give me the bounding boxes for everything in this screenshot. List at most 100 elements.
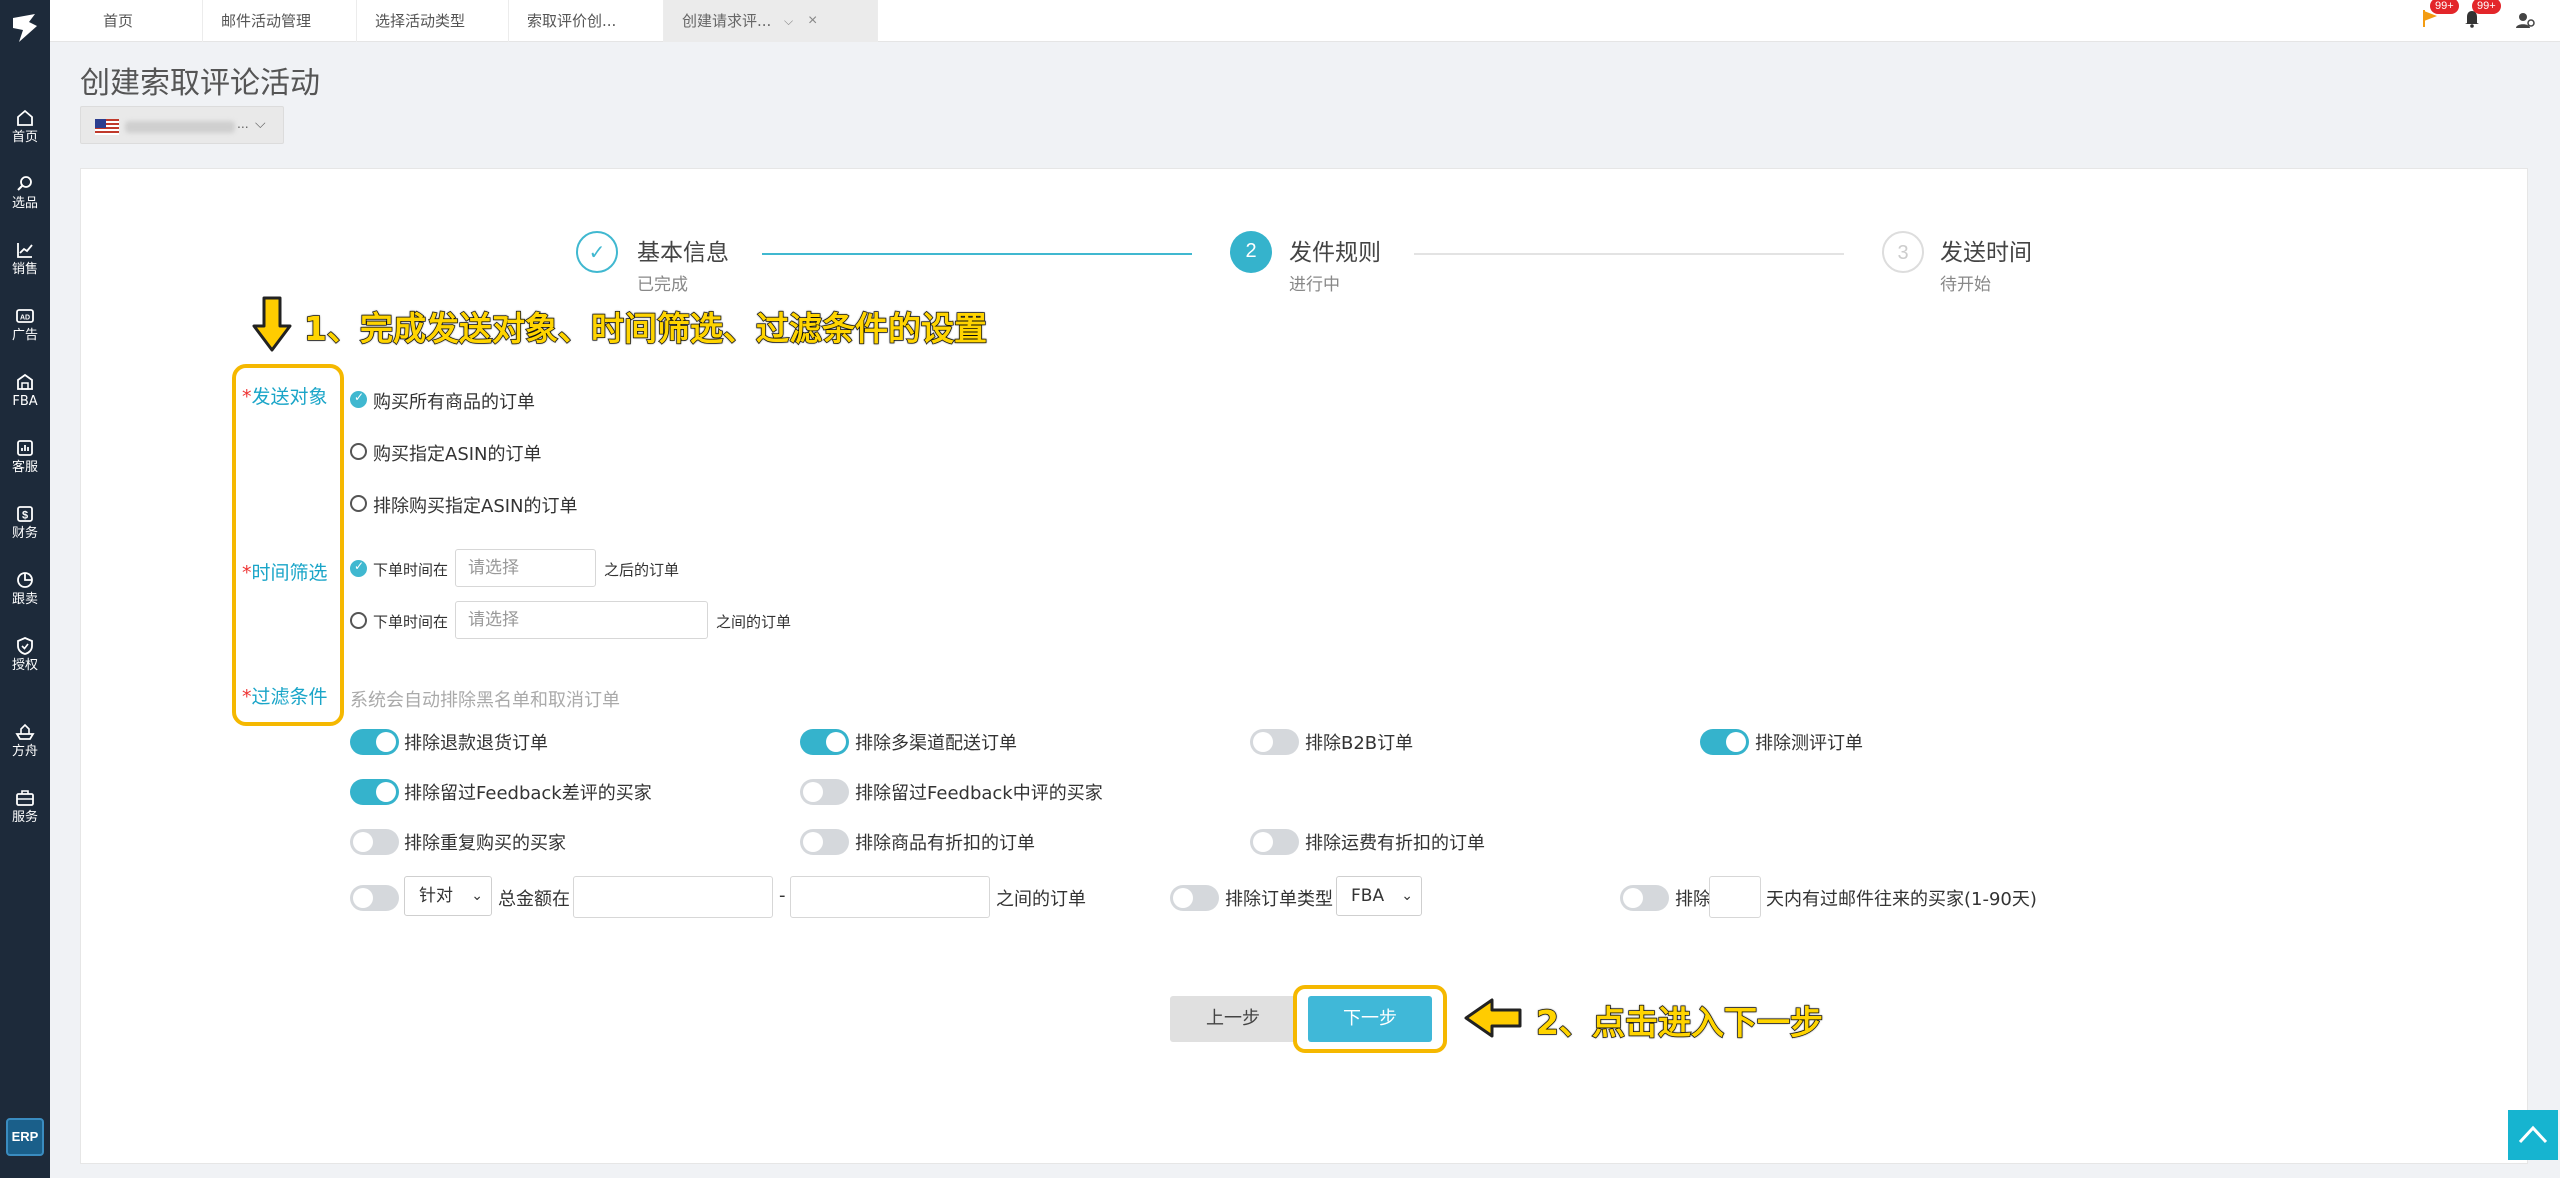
order-type-label: 排除订单类型: [1225, 889, 1333, 910]
step-1-title: 基本信息: [637, 240, 729, 266]
label-exclude-b2b: 排除B2B订单: [1305, 733, 1414, 754]
home-icon: [17, 109, 33, 126]
sidebar-item-fba[interactable]: FBA: [0, 368, 50, 428]
erp-button[interactable]: ERP: [6, 1118, 44, 1156]
chevron-down-icon[interactable]: ⌵: [784, 0, 793, 42]
service-icon: [17, 440, 33, 456]
chevron-down-icon: ⌄: [1401, 888, 1413, 904]
toggle-exclude-b2b[interactable]: [1250, 729, 1299, 755]
toggle-exclude-mcf[interactable]: [800, 729, 849, 755]
amount-dash: -: [779, 885, 786, 906]
sidebar-item-services[interactable]: 服务: [0, 784, 50, 844]
store-name-redacted: [125, 121, 235, 133]
option-all-orders[interactable]: 购买所有商品的订单: [373, 388, 535, 414]
amount-min-input[interactable]: [573, 876, 773, 918]
time-filter-label: *时间筛选: [242, 562, 328, 584]
sidebar-item-label: 跟卖: [11, 592, 38, 607]
tab-review-create[interactable]: 索取评价创...: [509, 0, 664, 42]
step-2-status: 进行中: [1289, 275, 1340, 295]
toggle-exclude-repeat-buyers[interactable]: [350, 829, 399, 855]
warehouse-icon: [17, 373, 33, 390]
amount-scope-value: 针对: [419, 886, 453, 906]
store-select[interactable]: ... ⌵: [80, 106, 284, 144]
radio-specified-asin[interactable]: [350, 443, 367, 460]
tab-select-activity-type[interactable]: 选择活动类型: [357, 0, 509, 42]
time-after-input[interactable]: 请选择: [455, 549, 596, 587]
flag-badge: 99+: [2430, 0, 2459, 14]
label-exclude-item-discount: 排除商品有折扣的订单: [855, 833, 1035, 854]
order-type-select[interactable]: FBA ⌄: [1336, 876, 1422, 916]
tab-label: 创建请求评...: [682, 12, 772, 30]
sidebar-item-service[interactable]: 客服: [0, 434, 50, 494]
sidebar-item-label: FBA: [12, 394, 38, 409]
radio-exclude-asin[interactable]: [350, 495, 367, 512]
scroll-top-button[interactable]: [2508, 1110, 2558, 1160]
sidebar: 首页 选品 销售 AD 广告 FBA 客服 $ 财务 跟卖 授权 方舟 服务 E…: [0, 0, 50, 1178]
time-between-suffix: 之间的订单: [716, 613, 792, 631]
radio-time-between[interactable]: [350, 612, 367, 629]
ark-icon: [15, 723, 35, 740]
step-3-title: 发送时间: [1940, 240, 2032, 266]
search-icon: [17, 176, 32, 191]
toggle-order-type[interactable]: [1170, 885, 1219, 911]
label-exclude-mcf: 排除多渠道配送订单: [855, 733, 1017, 754]
toggle-amount-filter[interactable]: [350, 885, 399, 911]
radio-time-after[interactable]: [350, 559, 367, 577]
toggle-exclude-shipping-discount[interactable]: [1250, 829, 1299, 855]
sidebar-item-selection[interactable]: 选品: [0, 170, 50, 230]
tab-create-request[interactable]: 创建请求评...: [664, 0, 878, 42]
prev-step-button[interactable]: 上一步: [1170, 996, 1296, 1042]
sidebar-item-follow[interactable]: 跟卖: [0, 566, 50, 626]
label-exclude-shipping-discount: 排除运费有折扣的订单: [1305, 833, 1485, 854]
label-exclude-negative-feedback: 排除留过Feedback差评的买家: [404, 783, 652, 804]
step-connector-1: [762, 253, 1192, 255]
sidebar-item-label: 财务: [11, 526, 38, 541]
sidebar-item-label: 客服: [11, 460, 38, 475]
chevron-down-icon: ⌵: [255, 115, 266, 131]
sidebar-item-ads[interactable]: AD 广告: [0, 302, 50, 362]
step-2-circle: 2: [1230, 231, 1272, 273]
close-icon[interactable]: ×: [808, 0, 817, 42]
ad-icon: AD: [16, 309, 34, 323]
annotation-step-2: 2、点击进入下一步: [1535, 1002, 1823, 1043]
sidebar-item-finance[interactable]: $ 财务: [0, 500, 50, 560]
sidebar-item-auth[interactable]: 授权: [0, 632, 50, 692]
sidebar-item-ark[interactable]: 方舟: [0, 718, 50, 778]
bell-badge: 99+: [2472, 0, 2501, 14]
label-exclude-review-orders: 排除测评订单: [1755, 733, 1863, 754]
toggle-mail-days[interactable]: [1620, 885, 1669, 911]
option-exclude-asin[interactable]: 排除购买指定ASIN的订单: [373, 492, 578, 518]
user-menu[interactable]: [2512, 0, 2542, 42]
toggle-exclude-review-orders[interactable]: [1700, 729, 1749, 755]
option-specified-asin[interactable]: 购买指定ASIN的订单: [373, 440, 542, 466]
recipient-label: *发送对象: [242, 386, 328, 408]
bell-notification[interactable]: 99+: [2458, 0, 2501, 42]
step-2-title: 发件规则: [1289, 240, 1381, 266]
sidebar-item-label: 授权: [11, 658, 38, 673]
store-name-ellipsis: ...: [237, 115, 249, 131]
mail-days-input[interactable]: [1709, 876, 1761, 918]
time-between-input[interactable]: 请选择: [455, 601, 708, 639]
sidebar-item-label: 首页: [11, 130, 38, 145]
next-step-button[interactable]: 下一步: [1308, 996, 1432, 1042]
tab-bar: 首页 邮件活动管理 选择活动类型 索取评价创... 创建请求评... ⌵ × 9…: [50, 0, 2560, 42]
sidebar-item-home[interactable]: 首页: [0, 104, 50, 164]
sidebar-item-sales[interactable]: 销售: [0, 236, 50, 296]
radio-all-orders[interactable]: [350, 390, 367, 408]
toggle-exclude-negative-feedback[interactable]: [350, 779, 399, 805]
amount-scope-select[interactable]: 针对 ⌄: [404, 876, 492, 916]
tab-mail-activity[interactable]: 邮件活动管理: [203, 0, 357, 42]
toggle-exclude-refund[interactable]: [350, 729, 399, 755]
time-filter-label-text: 时间筛选: [251, 562, 328, 584]
tab-home[interactable]: 首页: [85, 0, 203, 42]
toggle-exclude-item-discount[interactable]: [800, 829, 849, 855]
finance-icon: $: [17, 506, 33, 522]
pie-icon: [17, 572, 33, 588]
annotation-step-1: 1、完成发送对象、时间筛选、过滤条件的设置: [303, 308, 987, 349]
toggle-exclude-neutral-feedback[interactable]: [800, 779, 849, 805]
app-logo[interactable]: [5, 8, 45, 48]
label-exclude-refund: 排除退款退货订单: [404, 733, 548, 754]
flag-notification[interactable]: 99+: [2416, 0, 2459, 42]
amount-max-input[interactable]: [790, 876, 990, 918]
time-after-suffix: 之后的订单: [604, 561, 680, 579]
